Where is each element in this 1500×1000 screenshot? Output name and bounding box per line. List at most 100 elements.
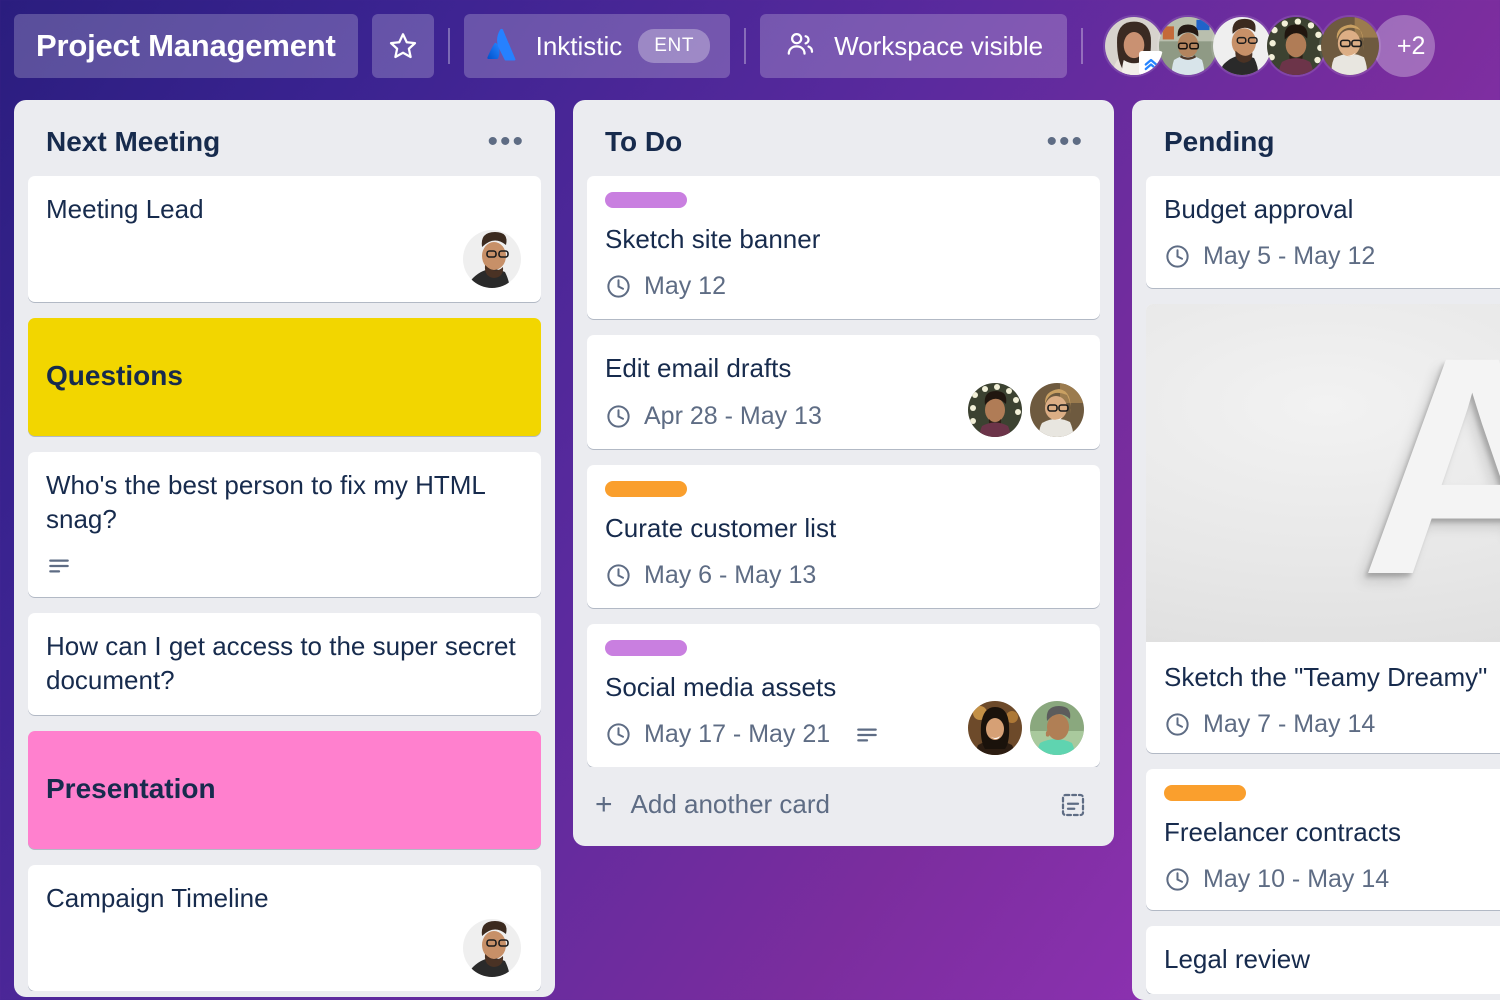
avatar[interactable]: [1030, 701, 1084, 755]
due-date-text: May 17 - May 21: [644, 720, 830, 749]
card-member[interactable]: [463, 919, 521, 977]
due-date-badge[interactable]: May 17 - May 21: [605, 720, 830, 749]
atlassian-logo-icon: [482, 25, 520, 68]
card-members: [968, 701, 1084, 755]
card-label[interactable]: [1164, 785, 1246, 801]
card-label[interactable]: [605, 481, 687, 497]
card-title: Social media assets: [605, 670, 1082, 704]
card-cover-image: A: [1146, 304, 1500, 642]
board-visibility-button[interactable]: Workspace visible: [760, 14, 1067, 78]
card-badges: May 12: [605, 272, 1082, 301]
board-title[interactable]: Project Management: [14, 14, 358, 78]
due-date-text: May 7 - May 14: [1203, 710, 1375, 739]
members-overflow-badge[interactable]: +2: [1373, 15, 1435, 77]
clock-icon: [1164, 243, 1191, 270]
card-badges: May 6 - May 13: [605, 561, 1082, 590]
list-actions-icon[interactable]: •••: [479, 133, 533, 151]
card-title: Curate customer list: [605, 511, 1082, 545]
due-date-text: Apr 28 - May 13: [644, 402, 822, 431]
list-title: Pending: [1164, 126, 1274, 158]
board-title-text: Project Management: [36, 28, 336, 64]
avatar[interactable]: [1319, 15, 1381, 77]
card-freelancer-contracts[interactable]: Freelancer contracts May 10 - May 14: [1146, 769, 1500, 911]
card-template-icon[interactable]: [1058, 790, 1088, 820]
due-date-badge[interactable]: May 10 - May 14: [1164, 865, 1389, 894]
card-members: [968, 383, 1084, 437]
card-badges: May 7 - May 14: [1164, 710, 1500, 739]
card-title: Budget approval: [1164, 192, 1500, 226]
list-pending: Pending Budget approval May 5 - May 12: [1132, 100, 1500, 1000]
due-date-badge[interactable]: May 6 - May 13: [605, 561, 816, 590]
list-cards: Sketch site banner May 12 Edit email dra…: [573, 176, 1114, 767]
card-secret-document[interactable]: How can I get access to the super secret…: [28, 613, 541, 716]
card-legal-review[interactable]: Legal review: [1146, 926, 1500, 994]
description-icon: [854, 722, 880, 748]
card-social-media-assets[interactable]: Social media assets May 17 - May 21: [587, 624, 1100, 767]
list-header: To Do •••: [573, 100, 1114, 176]
avatar[interactable]: [1211, 15, 1273, 77]
card-edit-email-drafts[interactable]: Edit email drafts Apr 28 - May 13: [587, 335, 1100, 448]
list-to-do: To Do ••• Sketch site banner May 12: [573, 100, 1114, 846]
avatar[interactable]: [1103, 15, 1165, 77]
card-section-questions[interactable]: Questions: [28, 318, 541, 436]
card-title: Legal review: [1164, 942, 1500, 976]
avatar[interactable]: [1030, 383, 1084, 437]
list-title: To Do: [605, 126, 682, 158]
card-title: Who's the best person to fix my HTML sna…: [46, 468, 523, 537]
card-title: Questions: [46, 358, 523, 395]
cover-letter-a: A: [1360, 342, 1500, 590]
list-title: Next Meeting: [46, 126, 220, 158]
card-campaign-timeline[interactable]: Campaign Timeline: [28, 865, 541, 991]
list-header: Next Meeting •••: [14, 100, 555, 176]
card-title: Sketch site banner: [605, 222, 1082, 256]
avatar: [463, 919, 521, 977]
star-board-button[interactable]: [372, 14, 434, 78]
board-members: +2: [1103, 15, 1435, 77]
card-html-snag[interactable]: Who's the best person to fix my HTML sna…: [28, 452, 541, 597]
clock-icon: [605, 721, 632, 748]
list-actions-icon[interactable]: •••: [1038, 133, 1092, 151]
avatar[interactable]: [968, 383, 1022, 437]
star-icon: [388, 31, 418, 61]
list-next-meeting: Next Meeting ••• Meeting Lead: [14, 100, 555, 997]
card-label[interactable]: [605, 640, 687, 656]
card-title: Sketch the "Teamy Dreamy": [1164, 660, 1500, 694]
card-title: How can I get access to the super secret…: [46, 629, 523, 698]
list-cards: Budget approval May 5 - May 12 A: [1132, 176, 1500, 994]
avatar[interactable]: [968, 701, 1022, 755]
clock-icon: [605, 562, 632, 589]
header-divider-3: [1081, 28, 1083, 64]
plus-icon: +: [595, 792, 613, 818]
card-budget-approval[interactable]: Budget approval May 5 - May 12: [1146, 176, 1500, 288]
due-date-badge[interactable]: May 5 - May 12: [1164, 242, 1375, 271]
workspace-switcher[interactable]: Inktistic ENT: [464, 14, 731, 78]
clock-icon: [1164, 866, 1191, 893]
due-date-text: May 12: [644, 272, 726, 301]
card-label[interactable]: [605, 192, 687, 208]
card-badges: May 10 - May 14: [1164, 865, 1500, 894]
card-member[interactable]: [463, 230, 521, 288]
card-title: Edit email drafts: [605, 351, 1082, 385]
card-badges: May 5 - May 12: [1164, 242, 1500, 271]
description-icon: [46, 553, 72, 579]
header-divider-1: [448, 28, 450, 64]
card-section-presentation[interactable]: Presentation: [28, 731, 541, 849]
avatar[interactable]: [1157, 15, 1219, 77]
card-teamy-dreamy[interactable]: A Sketch the "Teamy Dreamy" May 7 - May …: [1146, 304, 1500, 752]
card-sketch-site-banner[interactable]: Sketch site banner May 12: [587, 176, 1100, 319]
add-card-button[interactable]: + Add another card: [573, 767, 1114, 840]
board-visibility-label: Workspace visible: [834, 31, 1043, 62]
board-canvas: Next Meeting ••• Meeting Lead: [0, 92, 1500, 1000]
add-card-label: Add another card: [631, 789, 830, 820]
workspace-people-icon: [784, 28, 816, 65]
card-meeting-lead[interactable]: Meeting Lead: [28, 176, 541, 302]
due-date-badge[interactable]: May 7 - May 14: [1164, 710, 1375, 739]
clock-icon: [605, 273, 632, 300]
card-title: Meeting Lead: [46, 192, 523, 226]
due-date-badge[interactable]: Apr 28 - May 13: [605, 402, 822, 431]
due-date-badge[interactable]: May 12: [605, 272, 726, 301]
avatar[interactable]: [1265, 15, 1327, 77]
clock-icon: [1164, 711, 1191, 738]
card-curate-customer-list[interactable]: Curate customer list May 6 - May 13: [587, 465, 1100, 608]
due-date-text: May 6 - May 13: [644, 561, 816, 590]
